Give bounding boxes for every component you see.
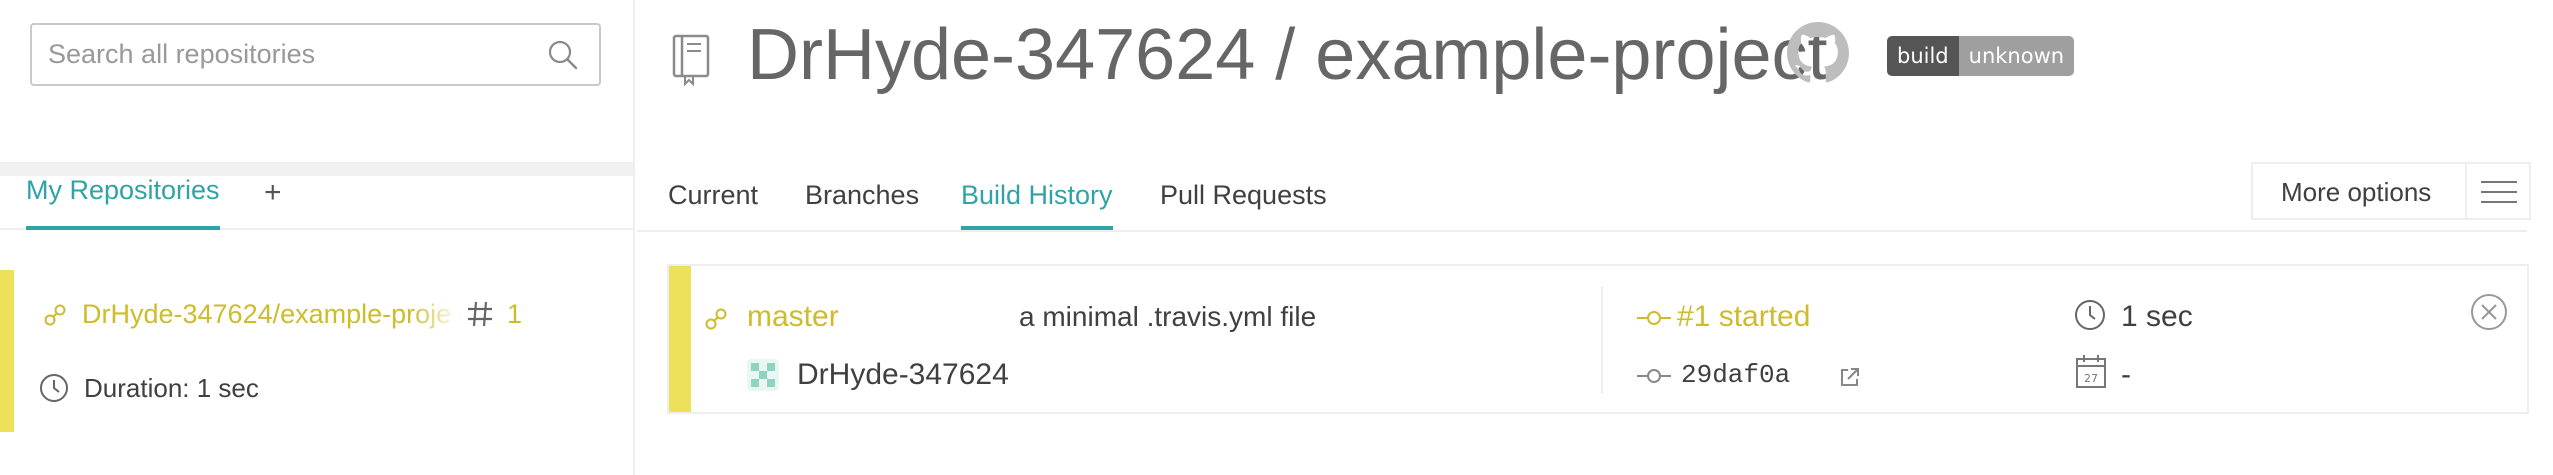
page-title: DrHyde-347624 / example-project <box>747 15 1828 95</box>
build-date: - <box>2121 358 2131 391</box>
hamburger-icon <box>2481 181 2517 203</box>
repo-status-stripe <box>0 270 14 432</box>
build-status-stripe <box>669 266 691 412</box>
avatar <box>747 359 779 391</box>
cancel-icon[interactable] <box>2469 292 2509 332</box>
search-box[interactable] <box>30 23 601 86</box>
sidebar-tabs: My Repositories + <box>0 170 633 230</box>
more-options-button[interactable]: More options <box>2251 162 2531 220</box>
svg-text:27: 27 <box>2084 372 2098 385</box>
calendar-icon: 27 <box>2076 355 2106 388</box>
build-status-badge[interactable]: build unknown <box>1887 36 2075 76</box>
tab-branches[interactable]: Branches <box>805 178 919 226</box>
commit-icon <box>1637 369 1671 383</box>
build-status-link[interactable]: #1 started <box>1677 298 1810 336</box>
commit-message: a minimal .travis.yml file <box>1019 301 1317 332</box>
repo-list-divider <box>0 162 633 176</box>
tab-pull-requests[interactable]: Pull Requests <box>1160 178 1327 226</box>
badge-label: build <box>1887 36 1959 76</box>
badge-value: unknown <box>1958 36 2075 76</box>
repo-tabs: Current Branches Build History Pull Requ… <box>637 150 2527 232</box>
sidebar: My Repositories + DrHyde-347624/example-… <box>0 0 635 475</box>
tab-my-repositories[interactable]: My Repositories <box>26 170 220 230</box>
tab-build-history[interactable]: Build History <box>961 178 1113 230</box>
hash-icon <box>468 301 492 327</box>
link-icon <box>44 304 66 326</box>
repo-name-link[interactable]: DrHyde-347624/example-project <box>82 296 452 332</box>
external-link-icon[interactable] <box>1839 366 1861 388</box>
build-number[interactable]: 1 <box>507 296 522 332</box>
row-divider <box>1601 286 1603 394</box>
build-duration: 1 sec <box>2121 300 2193 333</box>
main-content: DrHyde-347624 / example-project build un… <box>637 0 2553 475</box>
more-options-divider <box>2465 164 2467 218</box>
branch-icon <box>705 308 727 330</box>
repo-list-item[interactable]: DrHyde-347624/example-project 1 Duration… <box>0 270 633 432</box>
tab-current[interactable]: Current <box>668 178 758 226</box>
commit-author: DrHyde-347624 <box>797 358 1009 391</box>
search-icon[interactable] <box>547 39 579 71</box>
commit-icon <box>1637 311 1671 325</box>
repo-book-icon <box>672 34 710 86</box>
search-input[interactable] <box>46 25 546 84</box>
github-icon[interactable] <box>1787 22 1849 84</box>
repo-duration: Duration: 1 sec <box>84 373 259 403</box>
add-repository-button[interactable]: + <box>264 178 282 208</box>
branch-name-link[interactable]: master <box>747 298 839 336</box>
build-history-row[interactable]: master a minimal .travis.yml file DrHyde… <box>667 264 2529 414</box>
repo-name-fade <box>410 294 460 334</box>
more-options-label: More options <box>2281 177 2432 207</box>
clock-icon <box>40 374 68 402</box>
commit-sha-link[interactable]: 29daf0a <box>1681 358 1790 392</box>
clock-icon <box>2075 300 2105 330</box>
